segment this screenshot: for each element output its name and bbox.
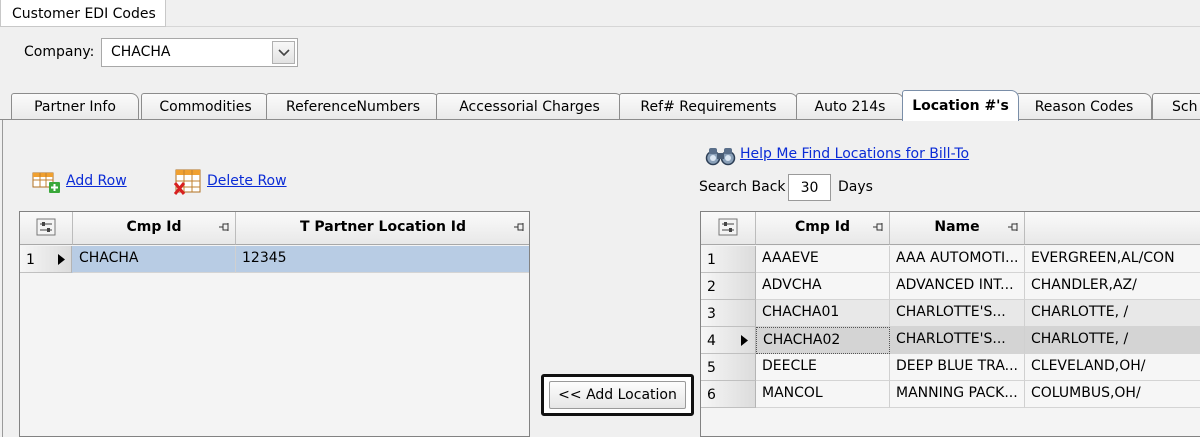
cell-location-id[interactable]: 12345 xyxy=(236,246,529,273)
row-number-label: 2 xyxy=(707,279,716,295)
add-row-link[interactable]: Add Row xyxy=(66,173,127,189)
tab-reason-codes[interactable]: Reason Codes xyxy=(1016,93,1152,120)
add-location-button-highlight: << Add Location xyxy=(541,374,694,416)
cell-cmp-id[interactable]: CHACHA xyxy=(73,246,236,273)
days-label: Days xyxy=(838,179,873,195)
cell-name[interactable]: CHARLOTTE'S... xyxy=(890,327,1025,354)
company-dropdown-button[interactable] xyxy=(272,41,295,64)
document-tab-strip xyxy=(0,26,1200,27)
table-row[interactable]: 2 ADVCHA ADVANCED INT... CHANDLER,AZ/ xyxy=(701,273,1200,300)
delete-row-link[interactable]: Delete Row xyxy=(207,173,287,189)
cell-cmp-id[interactable]: DEECLE xyxy=(756,354,890,381)
row-number[interactable]: 1 xyxy=(701,246,756,273)
cell-cmp-id[interactable]: CHACHA01 xyxy=(756,300,890,327)
row-number-label: 5 xyxy=(707,360,716,376)
pin-icon[interactable] xyxy=(1008,222,1020,232)
current-row-indicator-icon xyxy=(58,254,65,265)
column-header-t-partner-location-id[interactable]: T Partner Location Id xyxy=(236,212,529,245)
row-number[interactable]: 6 xyxy=(701,381,756,408)
column-chooser-icon xyxy=(36,218,56,236)
search-back-label: Search Back xyxy=(699,179,786,195)
delete-row-icon[interactable] xyxy=(173,168,204,200)
column-header-label: Cmp Id xyxy=(795,219,850,235)
tab-bar: Partner Info Commodities ReferenceNumber… xyxy=(0,90,1200,121)
table-row[interactable]: 5 DEECLE DEEP BLUE TRA... CLEVELAND,OH/ xyxy=(701,354,1200,381)
row-number-label: 4 xyxy=(707,333,716,349)
column-header-cmp-id[interactable]: Cmp Id xyxy=(73,212,236,245)
row-number[interactable]: 2 xyxy=(701,273,756,300)
cell-city[interactable]: CHARLOTTE, / xyxy=(1025,300,1200,327)
row-number-label: 1 xyxy=(26,252,35,268)
table-row[interactable]: 3 CHACHA01 CHARLOTTE'S... CHARLOTTE, / xyxy=(701,300,1200,327)
column-header-cmp-id[interactable]: Cmp Id xyxy=(756,212,890,245)
tab-auto-214s[interactable]: Auto 214s xyxy=(796,93,904,120)
pin-icon[interactable] xyxy=(873,222,885,232)
cell-cmp-id[interactable]: MANCOL xyxy=(756,381,890,408)
search-back-days-input[interactable]: 30 xyxy=(788,174,831,201)
cell-name[interactable]: MANNING PACK... xyxy=(890,381,1025,408)
column-chooser-button[interactable] xyxy=(20,212,73,245)
column-chooser-button[interactable] xyxy=(701,212,756,245)
cell-city[interactable]: EVERGREEN,AL/CON xyxy=(1025,246,1200,273)
company-dropdown[interactable]: CHACHA xyxy=(101,38,298,67)
add-location-button[interactable]: << Add Location xyxy=(549,381,686,409)
binoculars-icon[interactable] xyxy=(704,146,738,170)
pin-icon[interactable] xyxy=(219,222,231,232)
cell-city[interactable]: CLEVELAND,OH/ xyxy=(1025,354,1200,381)
tab-commodities[interactable]: Commodities xyxy=(141,93,270,120)
tab-location-numbers[interactable]: Location #'s xyxy=(902,90,1019,121)
cell-city[interactable]: CHARLOTTE, / xyxy=(1025,327,1200,354)
row-number-label: 3 xyxy=(707,306,716,322)
table-row[interactable]: 6 MANCOL MANNING PACK... COLUMBUS,OH/ xyxy=(701,381,1200,408)
cell-name[interactable]: DEEP BLUE TRA... xyxy=(890,354,1025,381)
pin-icon[interactable] xyxy=(514,222,526,232)
help-find-locations-link[interactable]: Help Me Find Locations for Bill-To xyxy=(740,146,969,162)
column-header-name[interactable]: Name xyxy=(890,212,1025,245)
cell-name[interactable]: AAA AUTOMOTI... xyxy=(890,246,1025,273)
row-number-label: 1 xyxy=(707,252,716,268)
company-value: CHACHA xyxy=(111,44,171,60)
row-number-label: 6 xyxy=(707,387,716,403)
cell-cmp-id[interactable]: ADVCHA xyxy=(756,273,890,300)
cell-city[interactable]: COLUMBUS,OH/ xyxy=(1025,381,1200,408)
tab-sch[interactable]: Sch xyxy=(1152,93,1200,120)
column-header-label: Cmp Id xyxy=(126,219,182,235)
row-number[interactable]: 1 xyxy=(20,246,72,273)
column-chooser-icon xyxy=(718,218,738,236)
column-header-label: T Partner Location Id xyxy=(299,219,467,235)
cell-cmp-id[interactable]: AAAEVE xyxy=(756,246,890,273)
tab-partner-info[interactable]: Partner Info xyxy=(11,93,139,120)
document-tab-customer-edi-codes[interactable]: Customer EDI Codes xyxy=(0,0,166,27)
row-number[interactable]: 3 xyxy=(701,300,756,327)
tab-reference-numbers[interactable]: ReferenceNumbers xyxy=(266,93,440,120)
table-row-current[interactable]: 4 CHACHA02 CHARLOTTE'S... CHARLOTTE, / xyxy=(701,327,1200,354)
add-row-icon[interactable] xyxy=(32,170,62,198)
company-label: Company: xyxy=(24,44,95,60)
tab-accessorial-charges[interactable]: Accessorial Charges xyxy=(436,93,623,120)
row-number[interactable]: 4 xyxy=(701,327,756,354)
row-number[interactable]: 5 xyxy=(701,354,756,381)
tab-ref-requirements[interactable]: Ref# Requirements xyxy=(619,93,798,120)
cell-city[interactable]: CHANDLER,AZ/ xyxy=(1025,273,1200,300)
cell-cmp-id[interactable]: CHACHA02 xyxy=(756,327,890,354)
cell-name[interactable]: ADVANCED INT... xyxy=(890,273,1025,300)
current-row-indicator-icon xyxy=(741,335,748,346)
cell-name[interactable]: CHARLOTTE'S... xyxy=(890,300,1025,327)
table-row[interactable]: 1 AAAEVE AAA AUTOMOTI... EVERGREEN,AL/CO… xyxy=(701,246,1200,273)
bill-to-locations-grid: Cmp Id Name 1 AAAEVE AAA AUTOMOTI... EVE… xyxy=(700,211,1200,437)
partner-location-grid: Cmp Id T Partner Location Id 1 CHACHA 12… xyxy=(19,211,530,437)
column-header-label: Name xyxy=(934,219,980,235)
column-header-city[interactable] xyxy=(1025,212,1200,245)
chevron-down-icon xyxy=(278,49,290,57)
table-row[interactable]: 1 CHACHA 12345 xyxy=(20,246,529,273)
